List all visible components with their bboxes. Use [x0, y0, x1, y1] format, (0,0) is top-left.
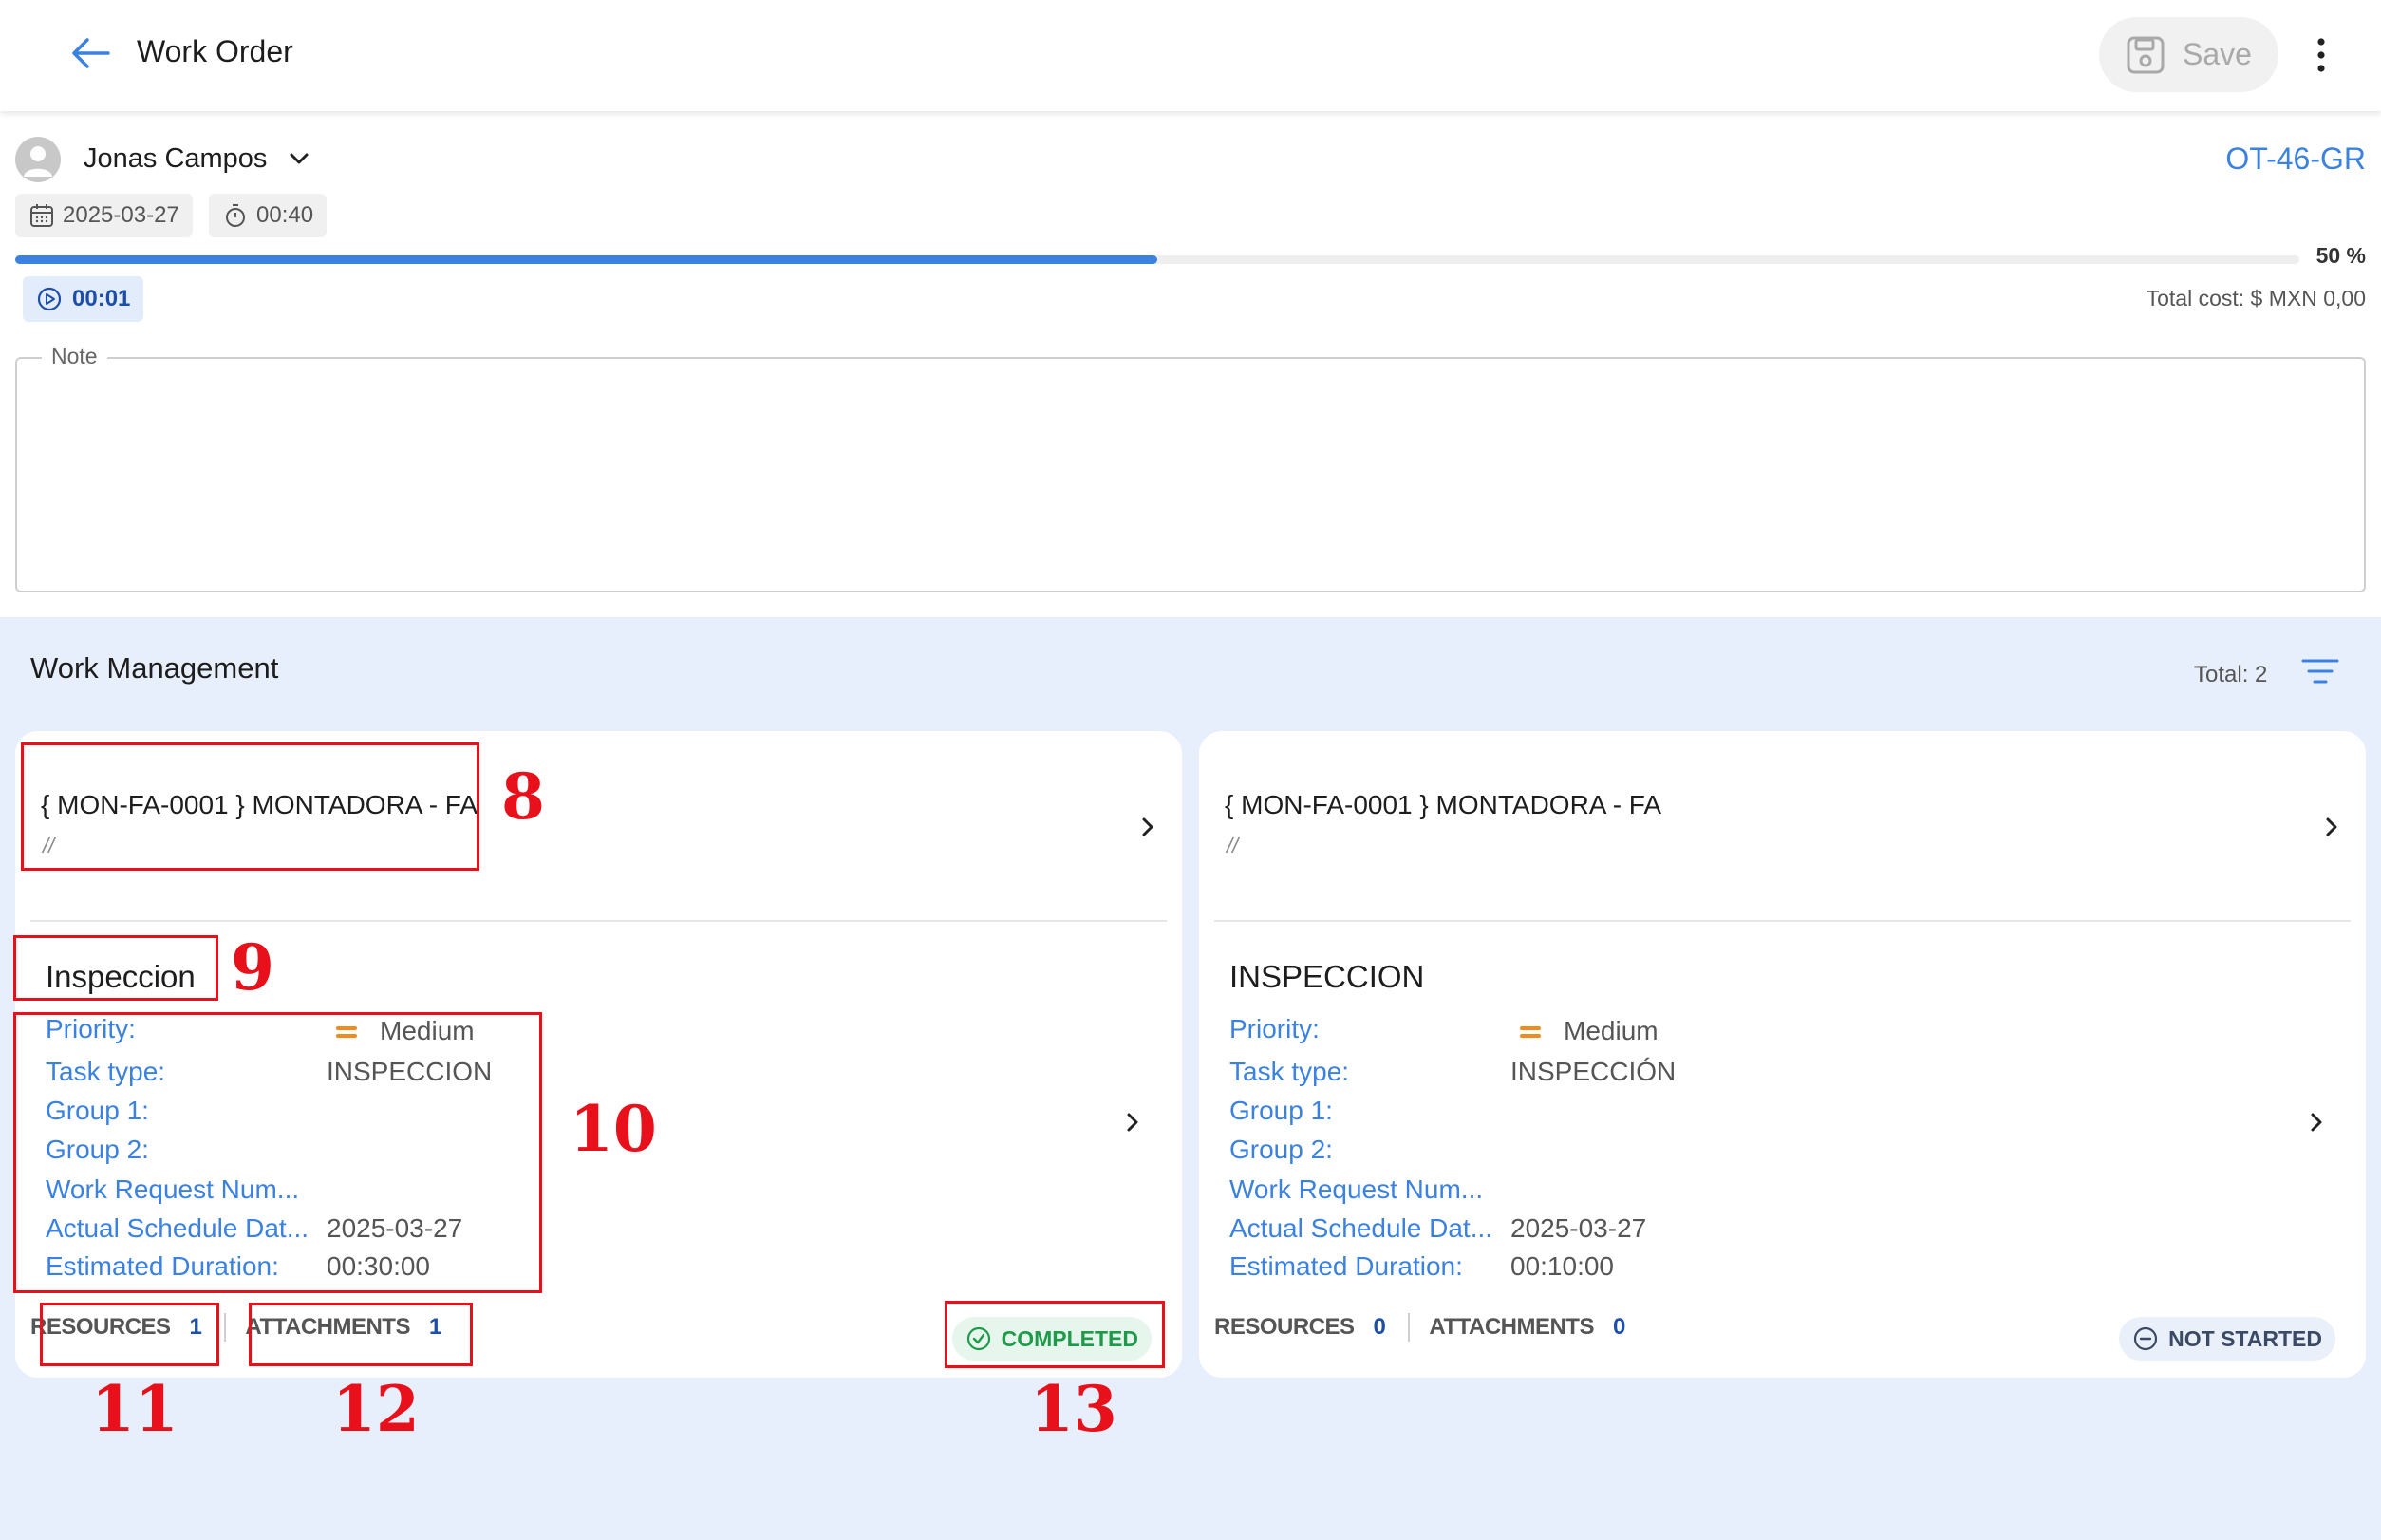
asset-title[interactable]: { MON-FA-0001 } MONTADORA - FA — [1225, 790, 1661, 820]
save-button[interactable]: Save — [2099, 17, 2278, 92]
priority-label: Priority: — [1229, 1014, 1320, 1043]
app-header: Work Order Save — [0, 0, 2381, 111]
total-cost: Total cost: $ MXN 0,00 — [2146, 286, 2366, 310]
annotation-number: 12 — [332, 1372, 420, 1446]
annotation-box — [21, 742, 479, 871]
priority-medium-icon — [1520, 1024, 1541, 1040]
filter-lines-icon[interactable] — [2299, 655, 2341, 689]
group2-label: Group 2: — [1229, 1135, 1333, 1164]
save-button-label: Save — [2183, 37, 2252, 71]
note-label: Note — [42, 344, 107, 369]
attachments-tab[interactable]: ATTACHMENTS 0 — [1429, 1314, 1625, 1341]
duration-value: 00:40 — [256, 202, 314, 228]
floppy-disk-icon — [2127, 36, 2165, 73]
section-title: Work Management — [30, 651, 279, 685]
work-request-label: Work Request Num... — [1229, 1174, 1484, 1204]
duration-chip: 00:40 — [209, 194, 328, 237]
timer-value: 00:01 — [72, 286, 131, 311]
annotation-number: 9 — [231, 930, 274, 1005]
stopwatch-icon — [226, 204, 245, 227]
status-label: NOT STARTED — [2168, 1325, 2322, 1351]
group1-label: Group 1: — [1229, 1096, 1333, 1125]
task-title[interactable]: INSPECCION — [1229, 959, 1424, 995]
timer-chip[interactable]: 00:01 — [23, 276, 144, 322]
annotation-box — [945, 1301, 1165, 1368]
note-field[interactable]: Note — [15, 344, 2366, 592]
attachments-count: 0 — [1612, 1314, 1625, 1340]
task-card: { MON-FA-0001 } MONTADORA - FA // INSPEC… — [1199, 731, 2366, 1378]
annotation-number: 8 — [501, 760, 545, 834]
annotation-number: 13 — [1030, 1372, 1117, 1446]
status-badge[interactable]: NOT STARTED — [2119, 1317, 2335, 1361]
progress-percent: 50 % — [2315, 243, 2366, 268]
avatar-person-icon — [15, 137, 61, 182]
task-type-label: Task type: — [1229, 1057, 1350, 1086]
chevron-down-icon[interactable] — [285, 147, 313, 170]
work-order-code[interactable]: OT-46-GR — [2225, 141, 2366, 177]
vertical-dots-icon[interactable] — [2305, 34, 2337, 76]
actual-schedule-value: 2025-03-27 — [1510, 1213, 1647, 1243]
resources-count: 0 — [1373, 1314, 1386, 1340]
chevron-right-icon[interactable] — [2305, 1108, 2328, 1136]
assignee-name[interactable]: Jonas Campos — [84, 143, 267, 175]
annotation-number: 10 — [570, 1092, 657, 1166]
minus-circle-icon — [2134, 1326, 2158, 1351]
actual-schedule-label: Actual Schedule Dat... — [1229, 1213, 1493, 1243]
annotation-box — [13, 935, 218, 1001]
progress-bar-fill — [15, 255, 1157, 264]
annotation-box — [40, 1303, 219, 1366]
page-title: Work Order — [137, 34, 293, 68]
annotation-box — [13, 1012, 542, 1293]
attachments-label: ATTACHMENTS — [1429, 1314, 1594, 1340]
estimated-duration-label: Estimated Duration: — [1229, 1251, 1463, 1281]
divider — [30, 920, 1167, 922]
priority-value: Medium — [1564, 1016, 1659, 1045]
divider — [224, 1313, 227, 1342]
chevron-right-icon[interactable] — [1121, 1108, 1144, 1136]
progress-bar — [15, 255, 2299, 264]
asset-path: // — [1227, 834, 1239, 857]
task-type-value: INSPECCIÓN — [1510, 1057, 1677, 1086]
divider — [1408, 1313, 1411, 1342]
date-chip: 2025-03-27 — [15, 194, 193, 237]
resources-label: RESOURCES — [1214, 1314, 1355, 1340]
chevron-right-icon[interactable] — [1136, 813, 1159, 841]
divider — [1214, 920, 2351, 922]
resources-tab[interactable]: RESOURCES 0 — [1214, 1314, 1386, 1341]
play-circle-icon — [37, 287, 62, 311]
work-order-summary: Jonas Campos OT-46-GR 2025-03-27 00:40 5… — [0, 111, 2381, 617]
calendar-icon — [30, 204, 53, 227]
arrow-left-icon[interactable] — [68, 34, 112, 72]
card-footer: RESOURCES 0 ATTACHMENTS 0 — [1214, 1308, 1625, 1346]
annotation-number: 11 — [91, 1372, 178, 1446]
chevron-right-icon[interactable] — [2320, 813, 2343, 841]
annotation-box — [249, 1303, 473, 1366]
total-count: Total: 2 — [2194, 662, 2268, 687]
estimated-duration-value: 00:10:00 — [1510, 1251, 1614, 1281]
date-value: 2025-03-27 — [63, 202, 179, 228]
